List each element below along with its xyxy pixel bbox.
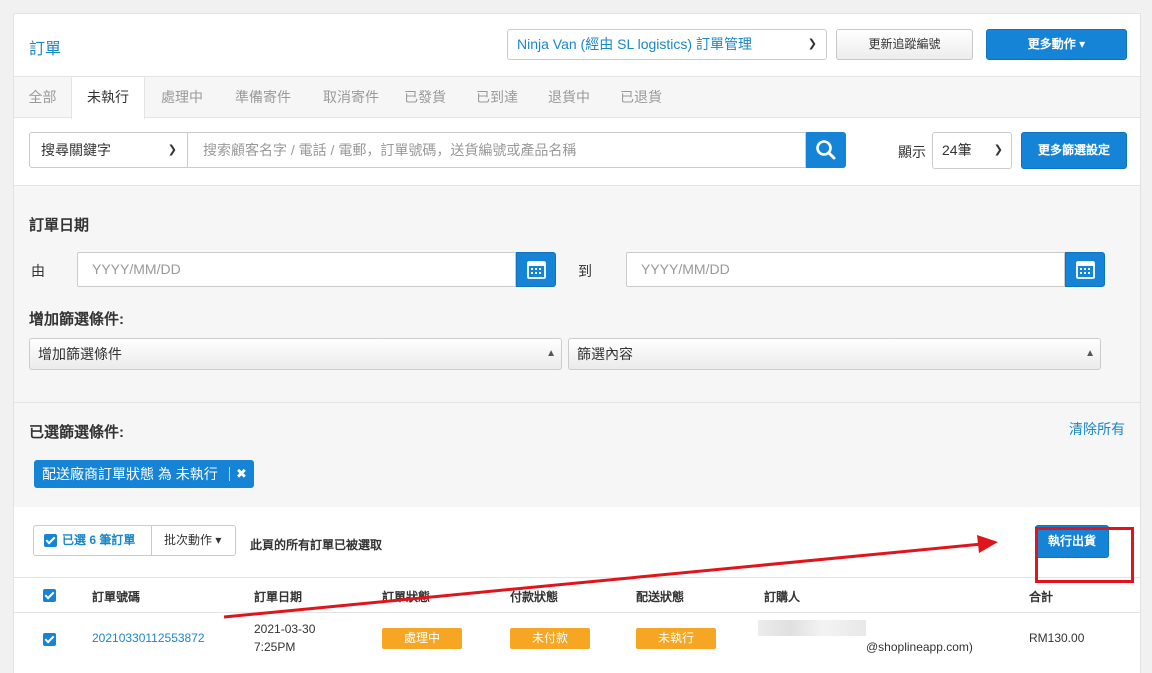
from-label: 由	[31, 263, 45, 279]
tab-cancel-shipping[interactable]: 取消寄件	[307, 77, 395, 118]
filter-tag: 配送廠商訂單狀態 為 未執行 ✖	[34, 460, 254, 488]
customer-email: @shoplineapp.com)	[866, 640, 973, 654]
header-total: 合計	[1029, 590, 1054, 604]
more-filters-button[interactable]: 更多篩選設定	[1021, 132, 1127, 169]
header-payment-status: 付款狀態	[510, 590, 559, 604]
search-input[interactable]: 搜索顧客名字 / 電話 / 電郵，訂單號碼，送貨編號或產品名稱	[188, 132, 806, 168]
date-from-calendar-button[interactable]	[516, 252, 556, 287]
header-order-date: 訂單日期	[254, 590, 303, 604]
calendar-icon	[1076, 261, 1095, 279]
order-time: 7:25PM	[254, 640, 296, 654]
caret-down-icon: ▾	[1079, 37, 1086, 51]
update-tracking-button[interactable]: 更新追蹤編號	[836, 29, 973, 60]
order-number-link[interactable]: 20210330112553872	[92, 631, 205, 645]
tab-arrived[interactable]: 已到達	[464, 77, 530, 118]
order-status-badge: 處理中	[382, 628, 462, 649]
redacted-customer-name	[758, 620, 866, 636]
order-date-heading: 訂單日期	[29, 217, 90, 234]
header-order-no: 訂單號碼	[92, 590, 141, 604]
calendar-icon	[527, 261, 546, 279]
close-icon[interactable]: ✖	[236, 460, 247, 488]
tab-shipped[interactable]: 已發貨	[395, 77, 455, 118]
order-total: RM130.00	[1029, 631, 1085, 645]
filter-content-value: 篩選內容	[577, 346, 633, 362]
chevron-down-icon: ❯	[807, 38, 817, 50]
header-order-status: 訂單狀態	[382, 590, 431, 604]
caret-down-icon: ▾	[215, 533, 222, 547]
date-from-input[interactable]: YYYY/MM/DD	[77, 252, 516, 287]
status-tabs: 全部 未執行 處理中 準備寄件 取消寄件 已發貨 已到達 退貨中 已退貨	[14, 76, 1140, 119]
more-actions-label: 更多動作	[1027, 37, 1076, 51]
search-icon	[816, 140, 836, 160]
batch-action-dropdown[interactable]: 批次動作 ▾	[151, 525, 236, 556]
tab-ready-to-ship[interactable]: 準備寄件	[219, 77, 307, 118]
clear-all-link[interactable]: 清除所有	[1069, 419, 1125, 439]
header-customer: 訂購人	[764, 590, 801, 604]
provider-select[interactable]: Ninja Van (經由 SL logistics) 訂單管理 ❯	[507, 29, 827, 60]
keyword-select-value: 搜尋關鍵字	[41, 142, 111, 158]
provider-select-value: Ninja Van (經由 SL logistics) 訂單管理	[517, 36, 752, 52]
filter-content-select[interactable]: 篩選內容 ▲	[568, 338, 1101, 370]
divider	[14, 402, 1140, 403]
all-selected-note: 此頁的所有訂單已被選取	[250, 538, 383, 552]
delivery-status-badge: 未執行	[636, 628, 716, 649]
table-header: 訂單號碼 訂單日期 訂單狀態 付款狀態 配送狀態 訂購人 合計	[14, 577, 1140, 613]
row-checkbox[interactable]	[43, 633, 56, 646]
filter-tag-label: 配送廠商訂單狀態 為 未執行	[42, 466, 218, 482]
filter-area: 訂單日期 由 YYYY/MM/DD 到 YYYY/MM/DD 增加篩選條件: 增…	[14, 185, 1140, 507]
tab-returned[interactable]: 已退貨	[608, 77, 674, 118]
payment-status-badge: 未付款	[510, 628, 590, 649]
search-button[interactable]	[806, 132, 846, 168]
tab-processing[interactable]: 處理中	[145, 77, 219, 118]
date-to-input[interactable]: YYYY/MM/DD	[626, 252, 1065, 287]
page-size-value: 24筆	[942, 142, 972, 158]
page-size-select[interactable]: 24筆 ❯	[932, 132, 1012, 169]
chevron-down-icon: ❯	[167, 144, 177, 156]
selected-count-button[interactable]: 已選 6 筆訂單	[33, 525, 152, 556]
chevron-down-icon: ❯	[993, 144, 1003, 156]
add-condition-value: 增加篩選條件	[38, 346, 122, 362]
tag-separator	[229, 467, 230, 481]
selected-filters-heading: 已選篩選條件:	[29, 424, 124, 441]
selected-count-label: 已選 6 筆訂單	[62, 533, 136, 547]
sort-arrows-icon: ▲	[1085, 348, 1095, 359]
select-all-checkbox[interactable]	[43, 589, 56, 602]
orders-panel: 訂單 Ninja Van (經由 SL logistics) 訂單管理 ❯ 更新…	[13, 13, 1141, 673]
batch-action-label: 批次動作	[164, 533, 213, 547]
to-label: 到	[578, 263, 592, 279]
more-actions-button[interactable]: 更多動作 ▾	[986, 29, 1127, 60]
page-size-label: 顯示	[898, 144, 926, 160]
tab-returning[interactable]: 退貨中	[536, 77, 602, 118]
add-condition-heading: 增加篩選條件:	[29, 311, 124, 328]
tab-all[interactable]: 全部	[14, 77, 71, 118]
sort-arrows-icon: ▲	[546, 348, 556, 359]
order-date: 2021-03-30	[254, 622, 316, 636]
annotation-highlight-box	[1035, 527, 1134, 583]
page-title: 訂單	[29, 41, 62, 58]
checkbox-checked-icon	[44, 534, 57, 547]
date-to-calendar-button[interactable]	[1065, 252, 1105, 287]
keyword-select[interactable]: 搜尋關鍵字 ❯	[29, 132, 188, 168]
header-delivery-status: 配送狀態	[636, 590, 685, 604]
tab-not-executed[interactable]: 未執行	[71, 77, 145, 119]
add-condition-select[interactable]: 增加篩選條件 ▲	[29, 338, 562, 370]
